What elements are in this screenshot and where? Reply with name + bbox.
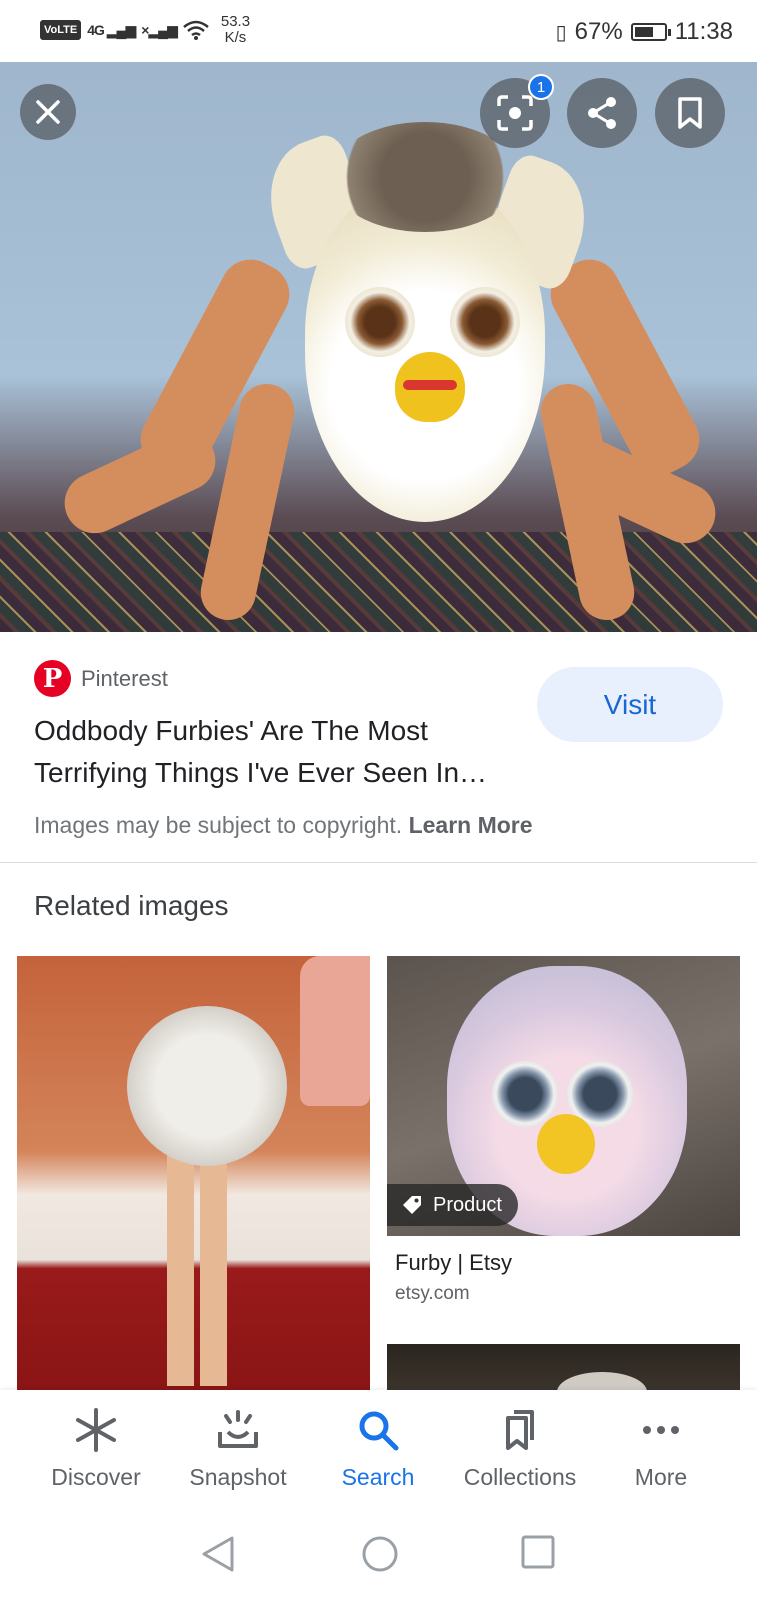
related-image-3[interactable] xyxy=(387,1344,740,1390)
back-icon xyxy=(202,1536,234,1572)
nav-search[interactable]: Search xyxy=(308,1408,448,1491)
asterisk-icon xyxy=(76,1408,116,1452)
nav-label: Discover xyxy=(51,1464,141,1490)
nav-label: Snapshot xyxy=(189,1464,287,1490)
lens-icon xyxy=(497,95,533,131)
home-button[interactable] xyxy=(360,1534,400,1579)
related-image-1[interactable] xyxy=(17,956,370,1390)
thumb-eye-left xyxy=(492,1061,558,1127)
network-type: 4G ▂▄▆ xyxy=(87,21,136,38)
nav-more[interactable]: More xyxy=(591,1408,731,1491)
hero-bedspread xyxy=(0,532,757,632)
lens-badge: 1 xyxy=(528,74,554,100)
hero-beak xyxy=(395,352,465,422)
home-icon xyxy=(362,1536,398,1572)
close-icon xyxy=(36,100,60,124)
vibrate-icon: ▯ xyxy=(555,21,567,44)
more-icon xyxy=(643,1426,679,1434)
volte-indicator: VoLTE xyxy=(40,20,82,40)
hero-eye-right xyxy=(450,287,520,357)
thumb-beak xyxy=(537,1114,595,1174)
signal-icon: ×▂▄▆ xyxy=(141,21,178,38)
related-images-heading: Related images xyxy=(34,890,229,921)
share-button[interactable] xyxy=(567,78,637,148)
thumb-furby xyxy=(557,1372,647,1390)
hero-eye-left xyxy=(345,287,415,357)
product-chip: Product xyxy=(387,1184,518,1226)
nav-label: Collections xyxy=(463,1464,577,1490)
result-title[interactable]: Oddbody Furbies' Are The Most Terrifying… xyxy=(34,710,514,794)
save-button[interactable] xyxy=(655,78,725,148)
status-bar: VoLTE 4G ▂▄▆ ×▂▄▆ 53.3 K/s ▯ 67% 11:38 xyxy=(0,0,757,64)
status-right: ▯ 67% 11:38 xyxy=(556,18,733,46)
wifi-icon xyxy=(183,20,209,40)
nav-label: Search xyxy=(341,1464,415,1490)
system-navigation xyxy=(0,1512,757,1600)
learn-more-link[interactable]: Learn More xyxy=(409,812,533,838)
search-icon xyxy=(359,1411,399,1451)
divider xyxy=(0,862,757,863)
copyright-notice: Images may be subject to copyright. Lear… xyxy=(34,812,533,839)
close-button[interactable] xyxy=(20,84,76,140)
clock: 11:38 xyxy=(674,18,733,45)
snapshot-icon xyxy=(218,1410,258,1448)
hero-image[interactable] xyxy=(0,62,757,632)
nav-label: More xyxy=(634,1464,688,1490)
pinterest-logo-icon: P xyxy=(34,660,71,697)
thumb-lamp xyxy=(300,956,370,1106)
source-name: Pinterest xyxy=(81,665,168,691)
network-speed: 53.3 K/s xyxy=(220,13,251,46)
bookmark-icon xyxy=(678,97,702,129)
battery-fill xyxy=(634,27,654,37)
related-item-title[interactable]: Furby | Etsy xyxy=(395,1250,512,1276)
nav-discover[interactable]: Discover xyxy=(26,1408,166,1491)
status-left: VoLTE 4G ▂▄▆ ×▂▄▆ 53.3 K/s xyxy=(40,14,250,46)
nav-snapshot[interactable]: Snapshot xyxy=(168,1408,308,1491)
battery-icon xyxy=(630,23,671,41)
recents-button[interactable] xyxy=(520,1534,556,1575)
thumb-furby xyxy=(127,1006,287,1166)
lens-button[interactable]: 1 xyxy=(480,74,554,148)
tag-icon xyxy=(403,1196,421,1214)
thumb-legs xyxy=(167,1146,227,1386)
battery-percent: 67% xyxy=(574,18,623,45)
copyright-text: Images may be subject to copyright. xyxy=(34,812,403,838)
recents-icon xyxy=(521,1535,555,1569)
visit-button[interactable]: Visit xyxy=(537,667,723,742)
nav-collections[interactable]: Collections xyxy=(450,1408,590,1491)
collections-icon xyxy=(506,1410,534,1450)
back-button[interactable] xyxy=(200,1534,236,1579)
bottom-navigation: Discover Snapshot Search Collections Mor… xyxy=(0,1390,757,1512)
result-source[interactable]: P Pinterest xyxy=(34,660,168,697)
related-item-source: etsy.com xyxy=(395,1283,470,1304)
share-icon xyxy=(588,97,616,129)
product-chip-label: Product xyxy=(433,1193,502,1216)
